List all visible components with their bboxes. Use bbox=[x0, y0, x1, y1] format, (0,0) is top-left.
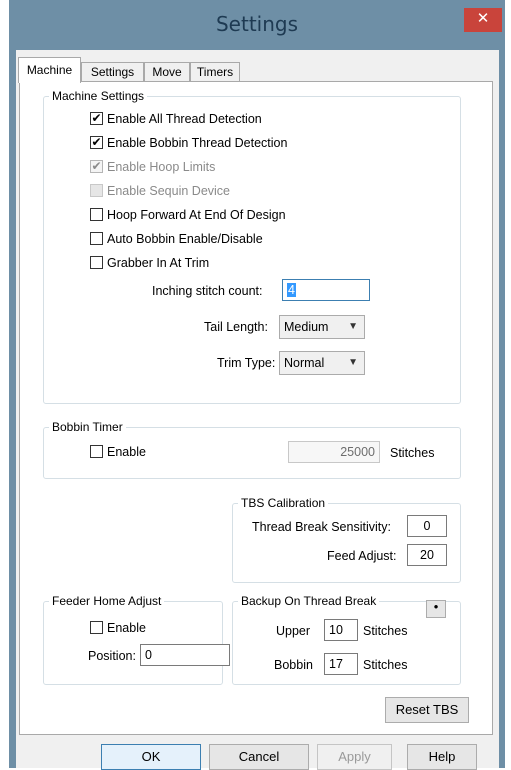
check-icon: ✔ bbox=[90, 159, 103, 174]
enable-hoop-limits-checkbox[interactable]: ✔ Enable Hoop Limits bbox=[90, 159, 215, 175]
checkbox-label: Enable bbox=[107, 621, 146, 635]
dot-icon: • bbox=[433, 599, 439, 614]
bobbin-timer-enable-checkbox[interactable]: Enable bbox=[90, 444, 146, 460]
checkbox-box bbox=[90, 256, 103, 270]
tail-length-value: Medium bbox=[284, 320, 329, 334]
check-icon: ✔ bbox=[90, 111, 103, 126]
machine-settings-group: Machine Settings ✔ Enable All Thread Dete… bbox=[43, 89, 461, 404]
thread-break-sensitivity-input[interactable]: 0 bbox=[407, 515, 447, 537]
bobbin-timer-stitches-input[interactable]: 25000 bbox=[288, 441, 380, 463]
machine-settings-legend: Machine Settings bbox=[49, 89, 148, 103]
position-label: Position: bbox=[88, 649, 136, 663]
enable-all-thread-detection-checkbox[interactable]: ✔ Enable All Thread Detection bbox=[90, 111, 262, 127]
bobbin-stitches-label: Stitches bbox=[363, 658, 408, 672]
dialog-body: Machine Settings Move Timers Machine Set… bbox=[16, 50, 499, 770]
checkbox-label: Hoop Forward At End Of Design bbox=[107, 208, 286, 222]
checkbox-box bbox=[90, 445, 103, 459]
hoop-forward-checkbox[interactable]: Hoop Forward At End Of Design bbox=[90, 207, 286, 223]
reset-tbs-button[interactable]: Reset TBS bbox=[385, 697, 469, 723]
checkbox-label: Enable All Thread Detection bbox=[107, 112, 262, 126]
feeder-home-adjust-legend: Feeder Home Adjust bbox=[49, 594, 165, 608]
checkbox-label: Enable Hoop Limits bbox=[107, 160, 216, 174]
checkbox-label: Enable Bobbin Thread Detection bbox=[107, 136, 288, 150]
trim-type-select[interactable]: Normal ▼ bbox=[279, 351, 365, 375]
bobbin-label: Bobbin bbox=[274, 658, 313, 672]
trim-type-label: Trim Type: bbox=[217, 356, 276, 370]
trim-type-value: Normal bbox=[284, 356, 325, 370]
inching-stitch-count-value: 4 bbox=[287, 283, 296, 297]
ok-button[interactable]: OK bbox=[101, 744, 201, 770]
checkbox-box bbox=[90, 208, 103, 222]
check-icon: ✔ bbox=[90, 135, 103, 150]
feeder-home-enable-checkbox[interactable]: Enable bbox=[90, 620, 146, 636]
upper-stitches-label: Stitches bbox=[363, 624, 408, 638]
tbs-calibration-group: TBS Calibration Thread Break Sensitivity… bbox=[232, 496, 461, 583]
help-button[interactable]: Help bbox=[407, 744, 477, 770]
chevron-down-icon: ▼ bbox=[348, 321, 358, 332]
settings-window: Settings ✕ Machine Settings Move Timers … bbox=[9, 0, 505, 770]
checkbox-box bbox=[90, 232, 103, 246]
inching-stitch-count-label: Inching stitch count: bbox=[152, 284, 263, 298]
bobbin-timer-legend: Bobbin Timer bbox=[49, 420, 126, 434]
close-icon: ✕ bbox=[476, 10, 490, 27]
tab-timers[interactable]: Timers bbox=[190, 62, 240, 82]
tbs-calibration-legend: TBS Calibration bbox=[238, 496, 329, 510]
tab-move[interactable]: Move bbox=[144, 62, 190, 82]
tail-length-label: Tail Length: bbox=[204, 320, 268, 334]
checkbox-label: Grabber In At Trim bbox=[107, 256, 210, 270]
enable-sequin-device-checkbox[interactable]: Enable Sequin Device bbox=[90, 183, 230, 199]
checkbox-label: Enable Sequin Device bbox=[107, 184, 230, 198]
tab-settings[interactable]: Settings bbox=[81, 62, 144, 82]
checkbox-box bbox=[90, 621, 103, 635]
enable-bobbin-thread-detection-checkbox[interactable]: ✔ Enable Bobbin Thread Detection bbox=[90, 135, 287, 151]
apply-button[interactable]: Apply bbox=[317, 744, 392, 770]
backup-on-thread-break-legend: Backup On Thread Break bbox=[238, 594, 380, 608]
upper-label: Upper bbox=[276, 624, 311, 638]
backup-options-button[interactable]: • bbox=[426, 600, 446, 618]
feed-adjust-input[interactable]: 20 bbox=[407, 544, 447, 566]
window-title: Settings bbox=[215, 12, 299, 36]
thread-break-sensitivity-label: Thread Break Sensitivity: bbox=[252, 520, 391, 534]
backup-on-thread-break-group: Backup On Thread Break • Upper 10 Stitch… bbox=[232, 594, 461, 685]
checkbox-box bbox=[90, 184, 103, 198]
checkbox-label: Enable bbox=[107, 445, 146, 459]
chevron-down-icon: ▼ bbox=[348, 357, 358, 368]
feed-adjust-label: Feed Adjust: bbox=[327, 549, 397, 563]
machine-tab-panel: Machine Settings ✔ Enable All Thread Dete… bbox=[19, 81, 493, 735]
title-bar[interactable]: Settings ✕ bbox=[9, 0, 505, 50]
upper-backup-input[interactable]: 10 bbox=[324, 619, 358, 641]
bobbin-timer-stitches-label: Stitches bbox=[390, 446, 435, 460]
position-input[interactable]: 0 bbox=[140, 644, 230, 666]
feeder-home-adjust-group: Feeder Home Adjust Enable Position: 0 bbox=[43, 594, 230, 685]
close-button[interactable]: ✕ bbox=[464, 8, 502, 32]
inching-stitch-count-input[interactable]: 4 bbox=[282, 279, 370, 301]
checkbox-label: Auto Bobbin Enable/Disable bbox=[107, 232, 263, 246]
grabber-in-at-trim-checkbox[interactable]: Grabber In At Trim bbox=[90, 255, 209, 271]
auto-bobbin-checkbox[interactable]: Auto Bobbin Enable/Disable bbox=[90, 231, 263, 247]
tail-length-select[interactable]: Medium ▼ bbox=[279, 315, 365, 339]
bobbin-timer-group: Bobbin Timer Enable 25000 Stitches bbox=[43, 420, 461, 479]
tab-machine[interactable]: Machine bbox=[18, 57, 81, 83]
cancel-button[interactable]: Cancel bbox=[209, 744, 309, 770]
bobbin-backup-input[interactable]: 17 bbox=[324, 653, 358, 675]
